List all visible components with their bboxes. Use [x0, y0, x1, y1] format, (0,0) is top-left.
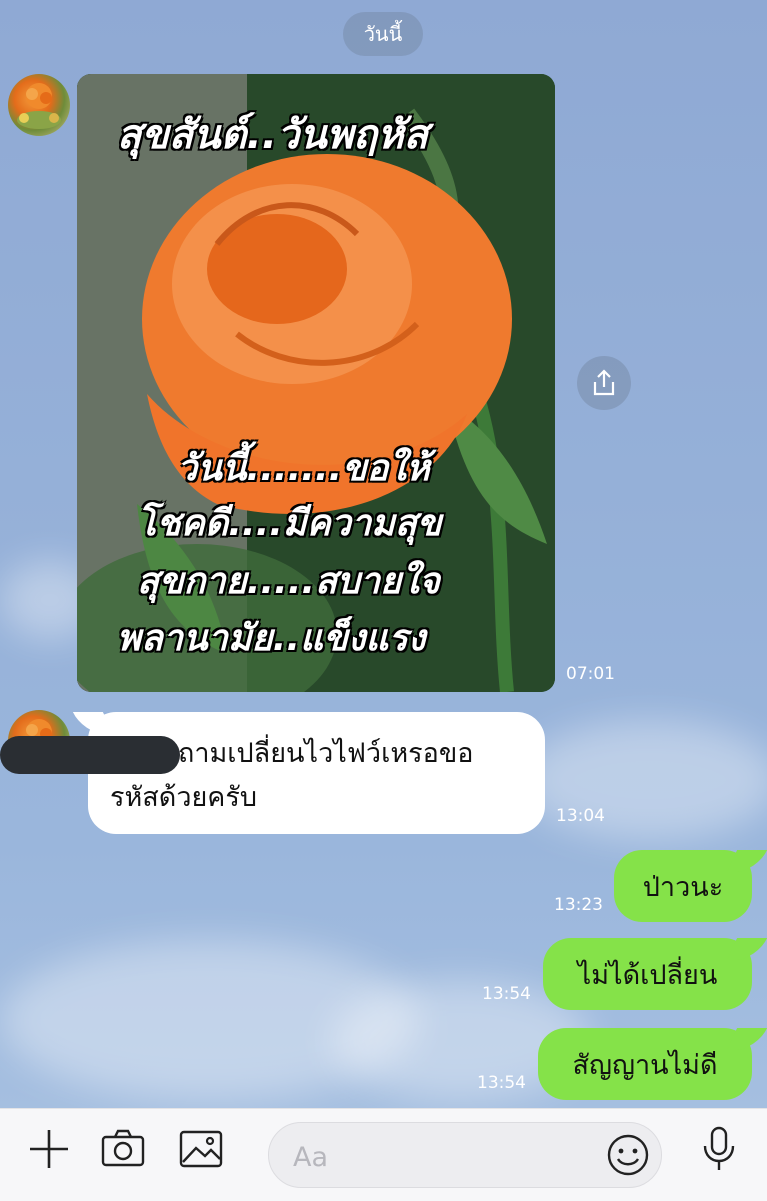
message-time: 13:54 [477, 1073, 526, 1093]
image-caption-line: พลานามัย..แข็งแรง [117, 618, 426, 659]
message-text: ป่าวนะ [642, 871, 724, 903]
voice-button[interactable] [694, 1124, 744, 1174]
message-text: ไม่ได้เปลี่ยน [577, 959, 718, 991]
gallery-button[interactable] [176, 1124, 226, 1174]
plus-icon [30, 1130, 68, 1168]
message-text: สัญญานไม่ดี [572, 1049, 718, 1081]
message-time: 13:23 [554, 895, 603, 915]
camera-button[interactable] [98, 1124, 148, 1174]
date-separator: วันนี้ [343, 12, 423, 56]
outgoing-message-bubble[interactable]: ป่าวนะ [614, 850, 752, 922]
sticker-button[interactable] [605, 1132, 651, 1178]
share-button[interactable] [577, 356, 631, 410]
message-time: 07:01 [566, 664, 615, 684]
image-caption-line: โชคดี....มีความสุข [137, 503, 442, 544]
outgoing-message-bubble[interactable]: ไม่ได้เปลี่ยน [543, 938, 752, 1010]
image-caption-title: สุขสันต์..วันพฤหัส [117, 112, 429, 158]
camera-icon [101, 1129, 145, 1167]
message-input[interactable] [291, 1137, 595, 1177]
redacted-name-block [0, 736, 180, 774]
message-time: 13:54 [482, 984, 531, 1004]
microphone-icon [703, 1126, 735, 1170]
message-text-line: รหัสด้วยครับ [110, 782, 257, 813]
image-message[interactable]: สุขสันต์..วันพฤหัส วันนี้.......ขอให้ โช… [77, 74, 555, 692]
date-label: วันนี้ [363, 22, 403, 46]
emoji-icon [607, 1134, 649, 1176]
image-caption-line: สุขกาย.....สบายใจ [137, 561, 440, 602]
message-input-container[interactable] [268, 1122, 662, 1188]
avatar[interactable] [8, 74, 70, 136]
image-caption-line: วันนี้.......ขอให้ [177, 448, 430, 489]
share-icon [593, 369, 615, 396]
outgoing-message-bubble[interactable]: สัญญานไม่ดี [538, 1028, 752, 1100]
add-button[interactable] [24, 1124, 74, 1174]
message-time: 13:04 [556, 806, 605, 826]
image-icon [179, 1130, 223, 1168]
